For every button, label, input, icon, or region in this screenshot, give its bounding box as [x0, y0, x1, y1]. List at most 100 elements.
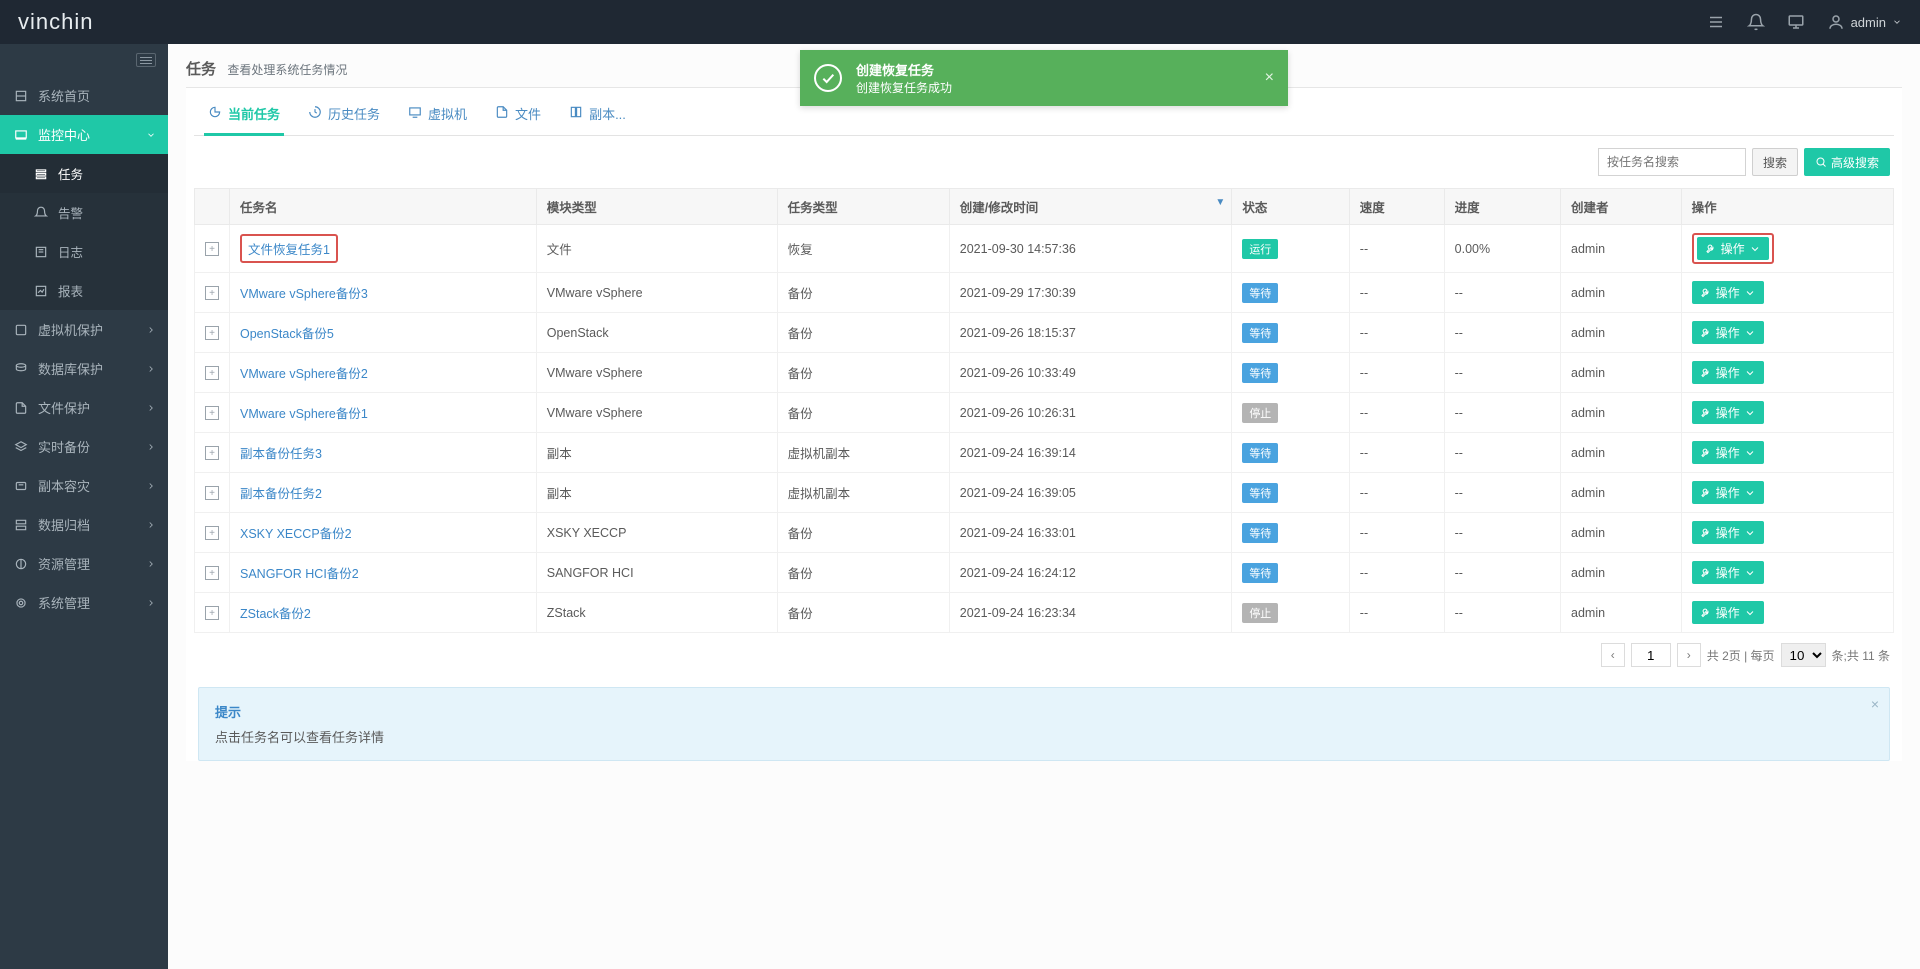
- chevron-down-icon: [1744, 327, 1756, 339]
- row-action-button[interactable]: 操作: [1692, 481, 1764, 504]
- table-row: +XSKY XECCP备份2XSKY XECCP备份2021-09-24 16:…: [195, 513, 1894, 553]
- search-button[interactable]: 搜索: [1752, 148, 1798, 176]
- expand-row-button[interactable]: +: [205, 286, 219, 300]
- expand-row-button[interactable]: +: [205, 486, 219, 500]
- sidebar: 系统首页监控中心任务告警日志报表虚拟机保护数据库保护文件保护实时备份副本容灾数据…: [0, 44, 168, 969]
- sidebar-collapse[interactable]: [0, 44, 168, 76]
- col-header-2[interactable]: 模块类型: [536, 189, 777, 225]
- col-header-0[interactable]: [195, 189, 230, 225]
- task-link[interactable]: VMware vSphere备份3: [240, 287, 368, 301]
- search-input[interactable]: [1598, 148, 1746, 176]
- sidebar-subitem-1[interactable]: 告警: [0, 193, 168, 232]
- status-badge: 等待: [1242, 523, 1278, 543]
- tab-0[interactable]: 当前任务: [204, 98, 284, 135]
- task-link[interactable]: SANGFOR HCI备份2: [240, 567, 359, 581]
- row-action-button[interactable]: 操作: [1692, 561, 1764, 584]
- row-action-button[interactable]: 操作: [1692, 321, 1764, 344]
- row-action-button[interactable]: 操作: [1692, 601, 1764, 624]
- task-link[interactable]: 文件恢复任务1: [248, 243, 330, 257]
- table-row: +SANGFOR HCI备份2SANGFOR HCI备份2021-09-24 1…: [195, 553, 1894, 593]
- sidebar-item-4[interactable]: 文件保护: [0, 388, 168, 427]
- pagination: ‹ › 共 2页 | 每页 10 条;共 11 条: [194, 633, 1894, 677]
- wrench-icon: [1700, 527, 1712, 539]
- sidebar-item-8[interactable]: 资源管理: [0, 544, 168, 583]
- col-header-8[interactable]: 创建者: [1561, 189, 1682, 225]
- table-row: +VMware vSphere备份2VMware vSphere备份2021-0…: [195, 353, 1894, 393]
- col-header-7[interactable]: 进度: [1444, 189, 1560, 225]
- table-row: +OpenStack备份5OpenStack备份2021-09-26 18:15…: [195, 313, 1894, 353]
- col-header-3[interactable]: 任务类型: [777, 189, 949, 225]
- status-badge: 等待: [1242, 363, 1278, 383]
- expand-row-button[interactable]: +: [205, 406, 219, 420]
- sidebar-item-5[interactable]: 实时备份: [0, 427, 168, 466]
- advanced-search-button[interactable]: 高级搜索: [1804, 148, 1890, 176]
- task-link[interactable]: 副本备份任务3: [240, 447, 322, 461]
- col-header-1[interactable]: 任务名: [230, 189, 537, 225]
- sidebar-item-6[interactable]: 副本容灾: [0, 466, 168, 505]
- expand-row-button[interactable]: +: [205, 242, 219, 256]
- sidebar-item-3[interactable]: 数据库保护: [0, 349, 168, 388]
- tab-icon-4: [569, 105, 583, 122]
- tab-3[interactable]: 文件: [491, 98, 545, 135]
- col-header-6[interactable]: 速度: [1349, 189, 1444, 225]
- toast-title: 创建恢复任务: [856, 60, 1251, 79]
- row-action-button[interactable]: 操作: [1692, 441, 1764, 464]
- prev-page-button[interactable]: ‹: [1601, 643, 1625, 667]
- sidebar-item-1[interactable]: 监控中心: [0, 115, 168, 154]
- task-link[interactable]: XSKY XECCP备份2: [240, 527, 352, 541]
- chevron-right-icon: [146, 403, 156, 413]
- table-row: +VMware vSphere备份3VMware vSphere备份2021-0…: [195, 273, 1894, 313]
- col-header-9[interactable]: 操作: [1681, 189, 1893, 225]
- sidebar-subitem-3[interactable]: 报表: [0, 271, 168, 310]
- hint-close-icon[interactable]: ×: [1871, 696, 1879, 712]
- row-action-button[interactable]: 操作: [1692, 401, 1764, 424]
- expand-row-button[interactable]: +: [205, 566, 219, 580]
- expand-row-button[interactable]: +: [205, 366, 219, 380]
- col-header-5[interactable]: 状态: [1232, 189, 1349, 225]
- tab-1[interactable]: 历史任务: [304, 98, 384, 135]
- next-page-button[interactable]: ›: [1677, 643, 1701, 667]
- chevron-right-icon: [146, 559, 156, 569]
- expand-row-button[interactable]: +: [205, 326, 219, 340]
- sidebar-item-2[interactable]: 虚拟机保护: [0, 310, 168, 349]
- task-link[interactable]: OpenStack备份5: [240, 327, 334, 341]
- wrench-icon: [1700, 567, 1712, 579]
- row-action-button[interactable]: 操作: [1692, 361, 1764, 384]
- sidebar-item-7[interactable]: 数据归档: [0, 505, 168, 544]
- expand-row-button[interactable]: +: [205, 606, 219, 620]
- tab-4[interactable]: 副本...: [565, 98, 630, 135]
- bell-icon[interactable]: [1747, 13, 1765, 31]
- row-action-button[interactable]: 操作: [1692, 281, 1764, 304]
- sidebar-subitem-0[interactable]: 任务: [0, 154, 168, 193]
- sidebar-item-9[interactable]: 系统管理: [0, 583, 168, 622]
- task-link[interactable]: ZStack备份2: [240, 607, 311, 621]
- table-row: +副本备份任务3副本虚拟机副本2021-09-24 16:39:14等待----…: [195, 433, 1894, 473]
- chevron-down-icon: [1749, 243, 1761, 255]
- chevron-down-icon: [1744, 367, 1756, 379]
- wrench-icon: [1700, 487, 1712, 499]
- expand-row-button[interactable]: +: [205, 446, 219, 460]
- task-link[interactable]: VMware vSphere备份1: [240, 407, 368, 421]
- chevron-down-icon: [146, 130, 156, 140]
- wrench-icon: [1700, 327, 1712, 339]
- sidebar-subitem-2[interactable]: 日志: [0, 232, 168, 271]
- sidebar-item-0[interactable]: 系统首页: [0, 76, 168, 115]
- chevron-right-icon: [146, 520, 156, 530]
- toast-close-icon[interactable]: ×: [1265, 69, 1274, 87]
- list-icon[interactable]: [1707, 13, 1725, 31]
- status-badge: 等待: [1242, 323, 1278, 343]
- task-link[interactable]: VMware vSphere备份2: [240, 367, 368, 381]
- user-icon: [1827, 13, 1845, 31]
- user-menu[interactable]: admin: [1827, 13, 1902, 31]
- task-link[interactable]: 副本备份任务2: [240, 487, 322, 501]
- col-header-4[interactable]: 创建/修改时间▼: [949, 189, 1232, 225]
- row-action-button[interactable]: 操作: [1692, 521, 1764, 544]
- chevron-right-icon: [146, 598, 156, 608]
- expand-row-button[interactable]: +: [205, 526, 219, 540]
- tab-2[interactable]: 虚拟机: [404, 98, 471, 135]
- monitor-icon[interactable]: [1787, 13, 1805, 31]
- page-input[interactable]: [1631, 643, 1671, 667]
- row-action-button[interactable]: 操作: [1697, 237, 1769, 260]
- page-size-select[interactable]: 10: [1781, 643, 1826, 667]
- check-circle-icon: [814, 64, 842, 92]
